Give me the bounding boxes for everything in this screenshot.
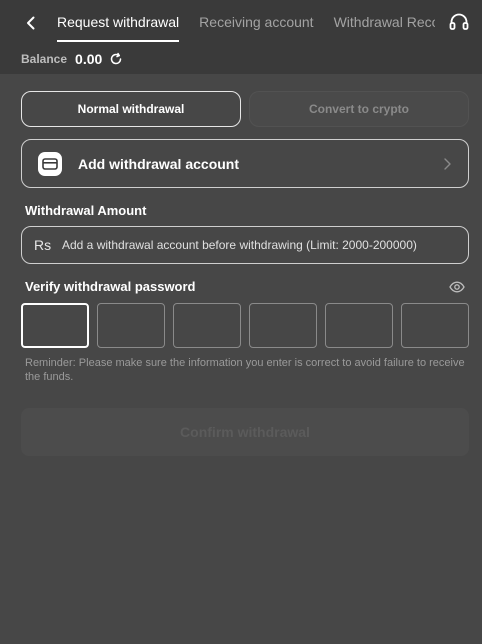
reminder-text: Reminder: Please make sure the informati…: [25, 357, 465, 383]
withdrawal-amount-field[interactable]: Rs: [21, 226, 469, 264]
balance-label: Balance: [21, 52, 68, 66]
verify-password-title: Verify withdrawal password: [25, 279, 196, 294]
eye-icon: [449, 281, 465, 293]
password-digit-2[interactable]: [97, 303, 165, 348]
currency-symbol: Rs: [34, 237, 52, 253]
password-digit-1[interactable]: [21, 303, 89, 348]
tab-receiving-account[interactable]: Receiving account: [199, 0, 313, 44]
chevron-left-icon: [27, 16, 35, 30]
withdrawal-mode-toggle: Normal withdrawal Convert to crypto: [21, 91, 469, 127]
password-digit-4[interactable]: [249, 303, 317, 348]
tab-bar: Request withdrawal Receiving account Wit…: [57, 0, 435, 44]
withdrawal-amount-input[interactable]: [62, 238, 462, 252]
refresh-balance-button[interactable]: [109, 52, 123, 66]
withdrawal-amount-title: Withdrawal Amount: [25, 203, 147, 218]
add-account-label: Add withdrawal account: [78, 155, 240, 172]
password-digit-6[interactable]: [401, 303, 469, 348]
confirm-withdrawal-button[interactable]: Confirm withdrawal: [21, 408, 469, 456]
add-withdrawal-account-button[interactable]: Add withdrawal account: [21, 139, 469, 188]
top-nav: Request withdrawal Receiving account Wit…: [0, 0, 482, 44]
password-digit-3[interactable]: [173, 303, 241, 348]
toggle-password-visibility-button[interactable]: [449, 279, 465, 295]
convert-to-crypto-button[interactable]: Convert to crypto: [249, 91, 469, 127]
balance-value: 0.00: [75, 51, 103, 67]
password-input-row: [21, 303, 469, 348]
headset-icon: [449, 13, 469, 30]
tab-withdrawal-records[interactable]: Withdrawal Records: [334, 0, 435, 44]
normal-withdrawal-button[interactable]: Normal withdrawal: [21, 91, 241, 127]
back-button[interactable]: [20, 12, 42, 34]
refresh-icon: [111, 52, 122, 65]
support-button[interactable]: [448, 11, 470, 33]
chevron-right-icon: [444, 158, 451, 170]
password-digit-5[interactable]: [325, 303, 393, 348]
balance-bar: Balance 0.00: [0, 44, 482, 74]
tab-request-withdrawal[interactable]: Request withdrawal: [57, 0, 180, 44]
card-icon: [38, 151, 62, 176]
